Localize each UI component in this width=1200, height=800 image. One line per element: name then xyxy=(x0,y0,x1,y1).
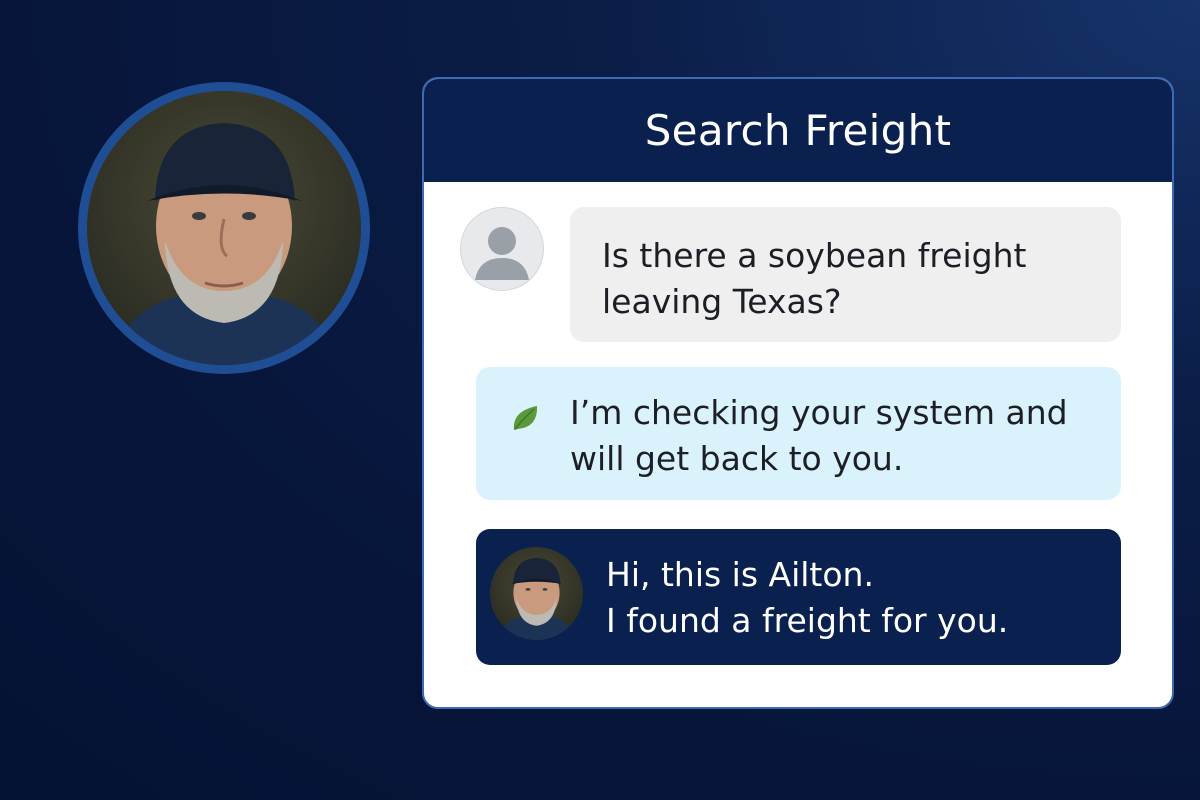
driver-portrait-icon xyxy=(107,123,342,365)
profile-avatar xyxy=(78,82,370,374)
agent-message: Hi, this is Ailton. I found a freight fo… xyxy=(476,529,1121,665)
app-frame: Search Freight Is there a soybean freigh… xyxy=(0,0,1200,800)
system-message-line-2: will get back to you. xyxy=(570,439,904,478)
person-icon xyxy=(460,207,544,291)
user-message-line-2: leaving Texas? xyxy=(602,282,842,321)
profile-photo xyxy=(87,91,361,365)
agent-avatar xyxy=(490,547,583,640)
user-message: Is there a soybean freight leaving Texas… xyxy=(570,207,1121,342)
card-title: Search Freight xyxy=(644,106,952,155)
agent-message-line-2: I found a freight for you. xyxy=(606,601,1009,640)
user-message-line-1: Is there a soybean freight xyxy=(602,236,1027,275)
card-header: Search Freight xyxy=(424,79,1172,182)
system-message-line-1: I’m checking your system and xyxy=(570,393,1068,432)
chat-card: Search Freight Is there a soybean freigh… xyxy=(422,77,1174,709)
agent-message-line-1: Hi, this is Ailton. xyxy=(606,555,874,594)
leaf-icon xyxy=(513,406,538,430)
system-message: I’m checking your system and will get ba… xyxy=(476,367,1121,500)
